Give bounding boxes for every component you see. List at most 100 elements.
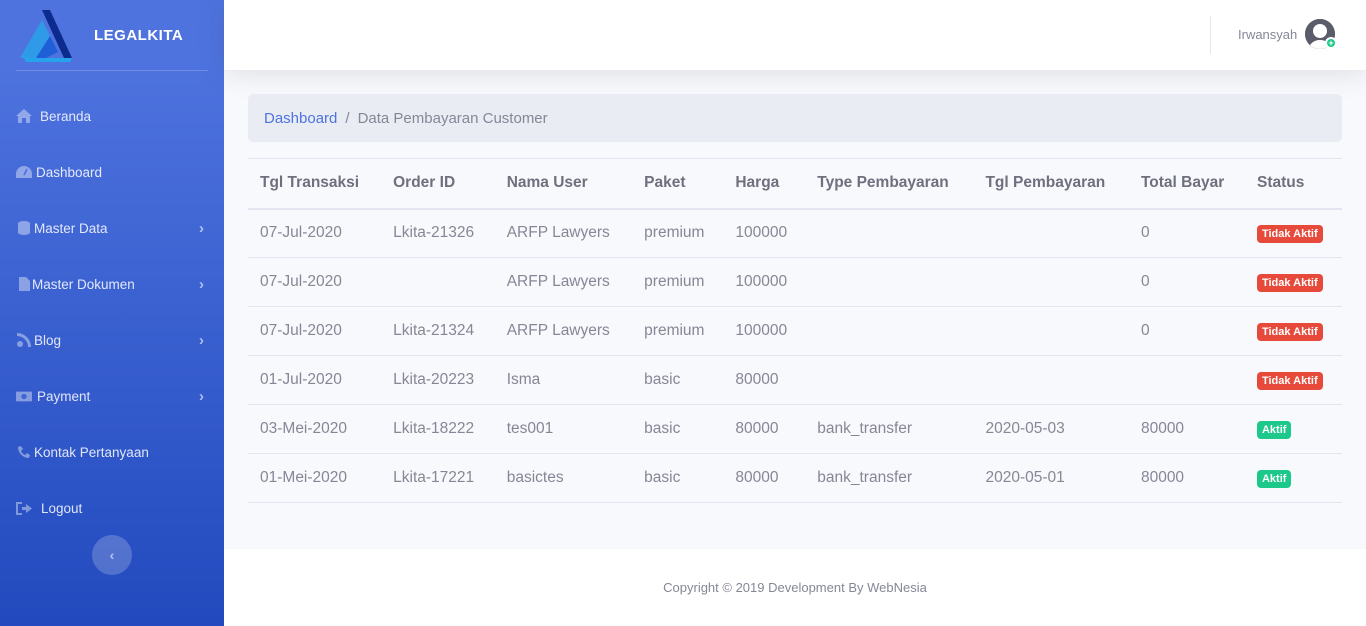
column-header[interactable]: Total Bayar [1128, 158, 1245, 210]
brand-logo-icon [20, 10, 72, 62]
cell-status: Tidak Aktif [1244, 257, 1342, 307]
cell-paket: basic [632, 404, 724, 454]
topbar-divider [1210, 16, 1211, 54]
status-badge: Tidak Aktif [1256, 322, 1323, 341]
column-header[interactable]: Type Pembayaran [805, 158, 974, 210]
cell-order-id [381, 257, 495, 307]
cell-tgl-transaksi: 07-Jul-2020 [248, 306, 382, 356]
breadcrumb-home-link[interactable]: Dashboard [264, 110, 337, 127]
sidebar-divider [16, 70, 208, 71]
sidebar-item-label: Payment [37, 388, 91, 404]
cell-paket: premium [632, 257, 724, 307]
sidebar-nav: Beranda Dashboard Master Data › Master D… [0, 88, 224, 536]
cell-tgl-transaksi: 03-Mei-2020 [248, 404, 382, 454]
sign-out-icon [16, 500, 32, 516]
table-row: 07-Jul-2020 ARFP Lawyers premium 100000 … [248, 257, 1342, 307]
breadcrumb-current: Data Pembayaran Customer [357, 109, 548, 127]
brand[interactable]: LEGALKITA [0, 0, 224, 70]
money-icon [16, 388, 32, 404]
cell-total-bayar: 0 [1128, 306, 1245, 356]
cell-nama-user: tes001 [494, 404, 633, 454]
cell-order-id: Lkita-20223 [381, 355, 495, 405]
home-icon [16, 108, 32, 124]
sidebar-item-logout[interactable]: Logout [0, 480, 224, 536]
tachometer-icon [16, 164, 32, 180]
column-header[interactable]: Order ID [381, 158, 495, 210]
chevron-right-icon: › [199, 219, 204, 237]
cell-paket: basic [632, 453, 724, 503]
cell-harga: 100000 [723, 306, 806, 356]
column-header[interactable]: Status [1244, 158, 1342, 210]
breadcrumb: Dashboard / Data Pembayaran Customer [248, 94, 1342, 142]
cell-type-pembayaran [805, 257, 974, 307]
status-badge: Aktif [1256, 420, 1292, 439]
cell-tgl-transaksi: 01-Jul-2020 [248, 355, 382, 405]
status-badge: Aktif [1256, 469, 1292, 488]
payments-table: Tgl Transaksi Order ID Nama User Paket H… [248, 158, 1342, 503]
cell-nama-user: ARFP Lawyers [494, 208, 633, 258]
sidebar-item-label: Blog [34, 332, 62, 348]
sidebar-item-label: Beranda [40, 108, 92, 124]
sidebar-item-label: Logout [41, 500, 83, 516]
cell-harga: 100000 [723, 257, 806, 307]
cell-tgl-transaksi: 07-Jul-2020 [248, 257, 382, 307]
brand-name: LEGALKITA [94, 26, 184, 44]
cell-paket: premium [632, 208, 724, 258]
column-header[interactable]: Nama User [494, 158, 633, 210]
cell-status: Tidak Aktif [1244, 306, 1342, 356]
sidebar: LEGALKITA Beranda Dashboard Master Data … [0, 0, 224, 626]
cell-tgl-transaksi: 07-Jul-2020 [248, 208, 382, 258]
chevron-left-icon: ‹ [109, 547, 115, 563]
sidebar-item-payment[interactable]: Payment › [0, 368, 224, 424]
sidebar-item-beranda[interactable]: Beranda [0, 88, 224, 144]
status-badge: Tidak Aktif [1256, 224, 1323, 243]
footer: Copyright © 2019 Development By WebNesia [224, 549, 1366, 626]
sidebar-item-label: Kontak Pertanyaan [34, 444, 149, 460]
cell-harga: 80000 [723, 453, 806, 503]
chevron-right-icon: › [199, 275, 204, 293]
chevron-right-icon: › [199, 331, 204, 349]
table-row: 03-Mei-2020 Lkita-18222 tes001 basic 800… [248, 404, 1342, 454]
column-header[interactable]: Paket [632, 158, 724, 210]
sidebar-item-label: Master Data [34, 220, 108, 236]
sidebar-item-master-data[interactable]: Master Data › [0, 200, 224, 256]
sidebar-toggle-button[interactable]: ‹ [92, 535, 132, 575]
sidebar-item-kontak-pertanyaan[interactable]: Kontak Pertanyaan [0, 424, 224, 480]
sidebar-item-label: Dashboard [36, 164, 103, 180]
cell-tgl-pembayaran [973, 208, 1129, 258]
blog-icon [16, 332, 32, 348]
column-header[interactable]: Harga [723, 158, 806, 210]
table-header-row: Tgl Transaksi Order ID Nama User Paket H… [248, 158, 1342, 210]
column-header[interactable]: Tgl Transaksi [248, 158, 382, 210]
cell-order-id: Lkita-18222 [381, 404, 495, 454]
table-row: 01-Mei-2020 Lkita-17221 basictes basic 8… [248, 453, 1342, 503]
sidebar-item-blog[interactable]: Blog › [0, 312, 224, 368]
cell-type-pembayaran: bank_transfer [805, 404, 974, 454]
chevron-right-icon: › [199, 387, 204, 405]
sidebar-item-label: Master Dokumen [32, 276, 135, 292]
sidebar-item-dashboard[interactable]: Dashboard [0, 144, 224, 200]
cell-order-id: Lkita-21326 [381, 208, 495, 258]
database-icon [16, 220, 32, 236]
cell-nama-user: ARFP Lawyers [494, 306, 633, 356]
cell-paket: basic [632, 355, 724, 405]
sidebar-item-master-dokumen[interactable]: Master Dokumen › [0, 256, 224, 312]
user-name[interactable]: Irwansyah [1238, 27, 1297, 42]
cell-total-bayar: 0 [1128, 208, 1245, 258]
cell-order-id: Lkita-21324 [381, 306, 495, 356]
copyright-text: Copyright © 2019 Development By WebNesia [663, 580, 927, 595]
column-header[interactable]: Tgl Pembayaran [973, 158, 1129, 210]
cell-harga: 80000 [723, 355, 806, 405]
cell-status: Tidak Aktif [1244, 355, 1342, 405]
cell-status: Aktif [1244, 453, 1342, 503]
table-row: 07-Jul-2020 Lkita-21326 ARFP Lawyers pre… [248, 208, 1342, 258]
cell-type-pembayaran [805, 208, 974, 258]
cell-status: Tidak Aktif [1244, 208, 1342, 258]
breadcrumb-separator: / [345, 109, 350, 127]
cell-total-bayar: 80000 [1128, 453, 1245, 503]
cell-type-pembayaran [805, 306, 974, 356]
cell-tgl-transaksi: 01-Mei-2020 [248, 453, 382, 503]
cell-tgl-pembayaran [973, 306, 1129, 356]
cell-tgl-pembayaran: 2020-05-03 [973, 404, 1129, 454]
cell-paket: premium [632, 306, 724, 356]
